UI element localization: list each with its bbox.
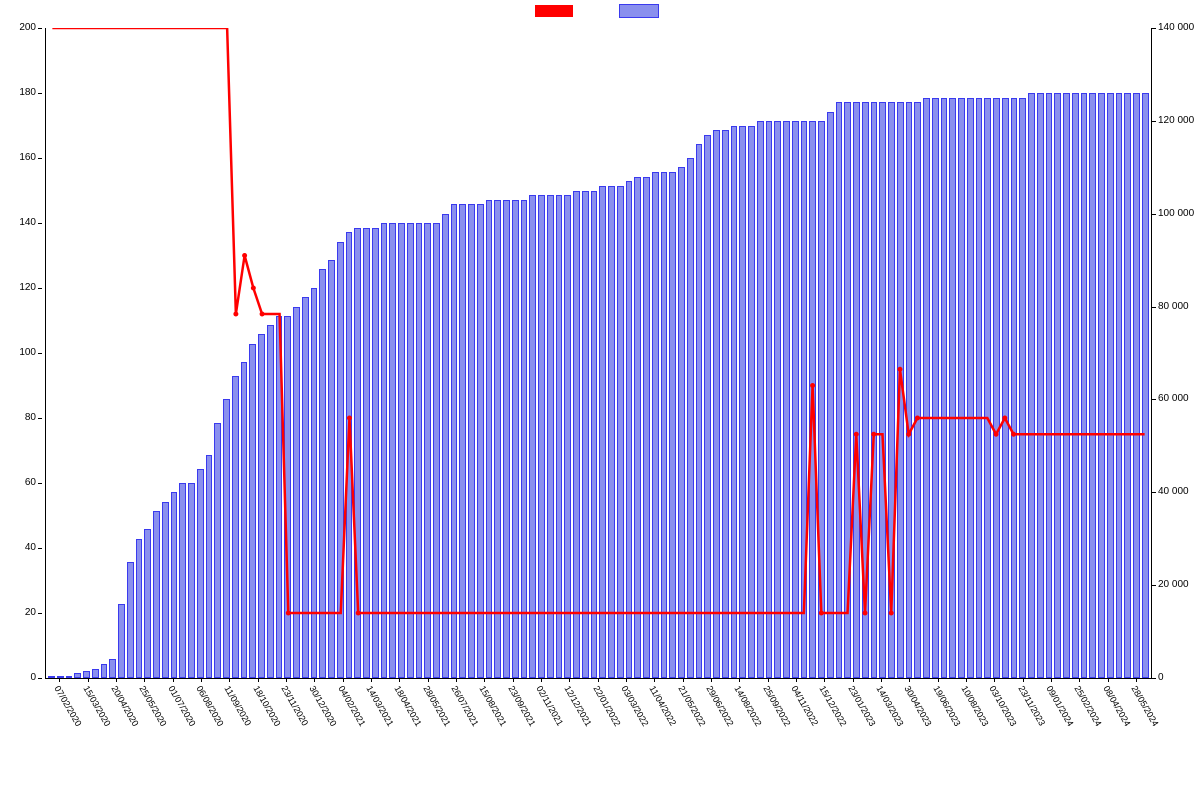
x-tick-label: 03/10/2023 (987, 684, 1018, 728)
x-tick-label: 19/06/2023 (931, 684, 962, 728)
legend-swatch-blue (619, 4, 659, 18)
y-right-tick-label: 0 (1158, 673, 1164, 683)
x-tick-label: 23/09/2021 (506, 684, 537, 728)
y-left-tick-label: 80 (25, 413, 36, 423)
y-right-tick-label: 20 000 (1158, 580, 1189, 590)
x-tick-label: 25/09/2022 (761, 684, 792, 728)
y-axis-right: 020 00040 00060 00080 000100 000120 0001… (1152, 28, 1200, 678)
y-right-tick-label: 60 000 (1158, 394, 1189, 404)
line-series (46, 28, 1151, 678)
x-tick-label: 08/04/2024 (1101, 684, 1132, 728)
y-right-tick-label: 140 000 (1158, 23, 1194, 33)
x-tick-label: 15/12/2022 (817, 684, 848, 728)
y-left-tick-label: 120 (19, 283, 36, 293)
x-tick-label: 12/12/2021 (562, 684, 593, 728)
x-tick-label: 23/11/2023 (1016, 684, 1047, 727)
legend-item-bars (619, 4, 665, 18)
y-left-tick-label: 100 (19, 348, 36, 358)
x-tick-label: 22/01/2022 (591, 684, 622, 728)
y-right-tick-label: 80 000 (1158, 302, 1189, 312)
y-left-tick-label: 60 (25, 478, 36, 488)
x-tick-label: 14/08/2022 (732, 684, 763, 728)
x-tick-label: 11/04/2022 (647, 684, 678, 727)
y-left-tick-label: 160 (19, 153, 36, 163)
y-left-tick-label: 40 (25, 543, 36, 553)
x-tick-label: 07/02/2020 (52, 684, 83, 728)
y-left-tick-label: 140 (19, 218, 36, 228)
y-left-tick-label: 20 (25, 608, 36, 618)
plot-area (45, 28, 1152, 679)
x-tick-label: 25/02/2024 (1072, 684, 1103, 728)
x-tick-label: 01/07/2020 (166, 684, 197, 728)
x-tick-label: 15/03/2020 (81, 684, 112, 728)
x-tick-label: 26/07/2021 (449, 684, 480, 728)
x-tick-label: 30/12/2020 (307, 684, 338, 728)
x-tick-label: 14/03/2023 (874, 684, 905, 728)
legend (535, 4, 665, 18)
x-tick-label: 03/03/2022 (619, 684, 650, 728)
x-axis: 07/02/202015/03/202020/04/202025/05/2020… (45, 678, 1150, 798)
x-tick-label: 18/10/2020 (251, 684, 282, 728)
x-tick-label: 02/11/2021 (534, 684, 565, 727)
x-tick-label: 06/08/2020 (194, 684, 225, 728)
x-tick-label: 14/03/2021 (364, 684, 395, 728)
chart-container: 0 20 40 60 80 100 120 140 160 180 200 0 20 000 40 00… (0, 0, 1200, 800)
x-tick-label: 28/05/2024 (1129, 684, 1160, 728)
x-tick-label: 10/08/2023 (959, 684, 990, 728)
x-tick-label: 20/04/2020 (109, 684, 140, 728)
x-tick-label: 04/11/2022 (789, 684, 820, 727)
legend-item-line (535, 5, 579, 17)
x-tick-label: 04/02/2021 (336, 684, 367, 728)
x-tick-label: 30/04/2023 (902, 684, 933, 728)
x-tick-label: 21/05/2022 (676, 684, 707, 728)
legend-swatch-red (535, 5, 573, 17)
y-right-tick-label: 100 000 (1158, 209, 1194, 219)
y-axis-left: 020406080100120140160180200 (0, 28, 42, 678)
x-tick-label: 28/05/2021 (421, 684, 452, 728)
x-tick-label: 23/11/2020 (279, 684, 310, 727)
y-left-tick-label: 180 (19, 88, 36, 98)
x-tick-label: 23/01/2023 (846, 684, 877, 728)
x-tick-label: 18/04/2021 (392, 684, 423, 728)
x-tick-label: 11/09/2020 (222, 684, 253, 727)
y-right-tick-label: 120 000 (1158, 116, 1194, 126)
y-right-tick-label: 40 000 (1158, 487, 1189, 497)
y-left-tick-label: 200 (19, 23, 36, 33)
y-left-tick-label: 0 (30, 673, 36, 683)
x-tick-label: 25/05/2020 (137, 684, 168, 728)
x-tick-label: 15/08/2021 (477, 684, 508, 728)
x-tick-label: 09/01/2024 (1044, 684, 1075, 728)
x-tick-label: 29/06/2022 (704, 684, 735, 728)
